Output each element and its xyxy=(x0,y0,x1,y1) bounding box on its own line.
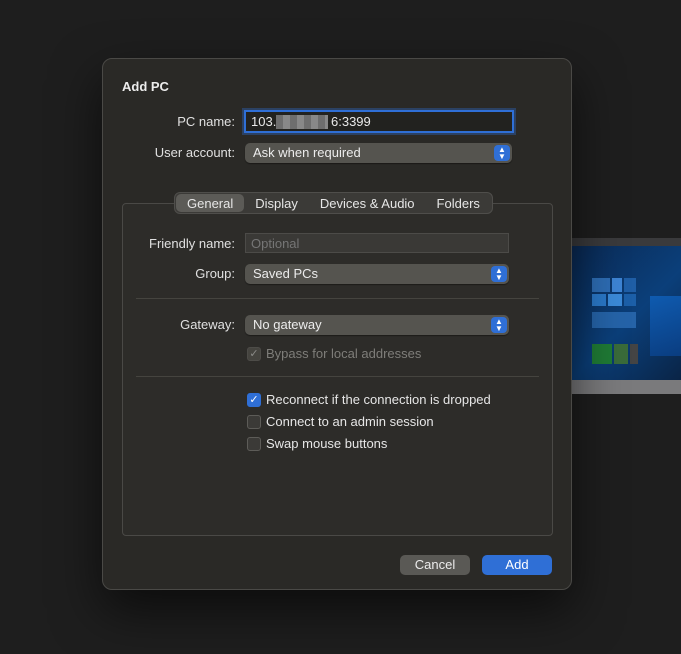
cancel-button[interactable]: Cancel xyxy=(400,555,470,575)
pc-name-value-prefix: 103. xyxy=(251,114,277,129)
gateway-label: Gateway: xyxy=(180,317,235,332)
tab-general[interactable]: General xyxy=(176,194,245,212)
reconnect-checkbox[interactable]: ✓ xyxy=(247,393,261,407)
divider xyxy=(136,298,539,299)
swap-mouse-label: Swap mouse buttons xyxy=(266,436,388,451)
divider xyxy=(136,376,539,377)
bypass-checkbox[interactable]: ✓ xyxy=(247,347,261,361)
pc-name-value-suffix: 6:3399 xyxy=(331,114,371,129)
tab-bar: General Display Devices & Audio Folders xyxy=(174,192,493,214)
redacted-region xyxy=(276,115,328,129)
gateway-value: No gateway xyxy=(253,317,322,332)
admin-session-checkbox[interactable] xyxy=(247,415,261,429)
chevron-updown-icon: ▲ ▼ xyxy=(491,266,507,282)
user-account-value: Ask when required xyxy=(253,145,361,160)
tab-display[interactable]: Display xyxy=(244,194,309,212)
chevron-updown-icon: ▲ ▼ xyxy=(494,145,510,161)
group-label: Group: xyxy=(195,266,235,281)
friendly-name-label: Friendly name: xyxy=(149,236,235,251)
pc-name-label: PC name: xyxy=(177,114,235,129)
bypass-label: Bypass for local addresses xyxy=(266,346,422,361)
chevron-updown-icon: ▲ ▼ xyxy=(491,317,507,333)
friendly-name-field[interactable] xyxy=(245,233,509,253)
group-popup[interactable]: Saved PCs ▲ ▼ xyxy=(245,264,509,284)
tab-folders[interactable]: Folders xyxy=(426,194,491,212)
dialog-title: Add PC xyxy=(122,79,169,94)
desktop-preview-image xyxy=(570,246,681,380)
pc-name-field[interactable]: 103. 6:3399 xyxy=(244,110,514,133)
reconnect-label: Reconnect if the connection is dropped xyxy=(266,392,491,407)
swap-mouse-checkbox[interactable] xyxy=(247,437,261,451)
gateway-popup[interactable]: No gateway ▲ ▼ xyxy=(245,315,509,335)
add-pc-dialog: Add PC PC name: 103. 6:3399 User account… xyxy=(102,58,572,590)
user-account-popup[interactable]: Ask when required ▲ ▼ xyxy=(245,143,512,163)
tab-devices-audio[interactable]: Devices & Audio xyxy=(309,194,426,212)
remote-pc-thumbnail xyxy=(560,238,681,394)
admin-session-label: Connect to an admin session xyxy=(266,414,434,429)
group-value: Saved PCs xyxy=(253,266,319,281)
add-button[interactable]: Add xyxy=(482,555,552,575)
user-account-label: User account: xyxy=(154,145,235,160)
